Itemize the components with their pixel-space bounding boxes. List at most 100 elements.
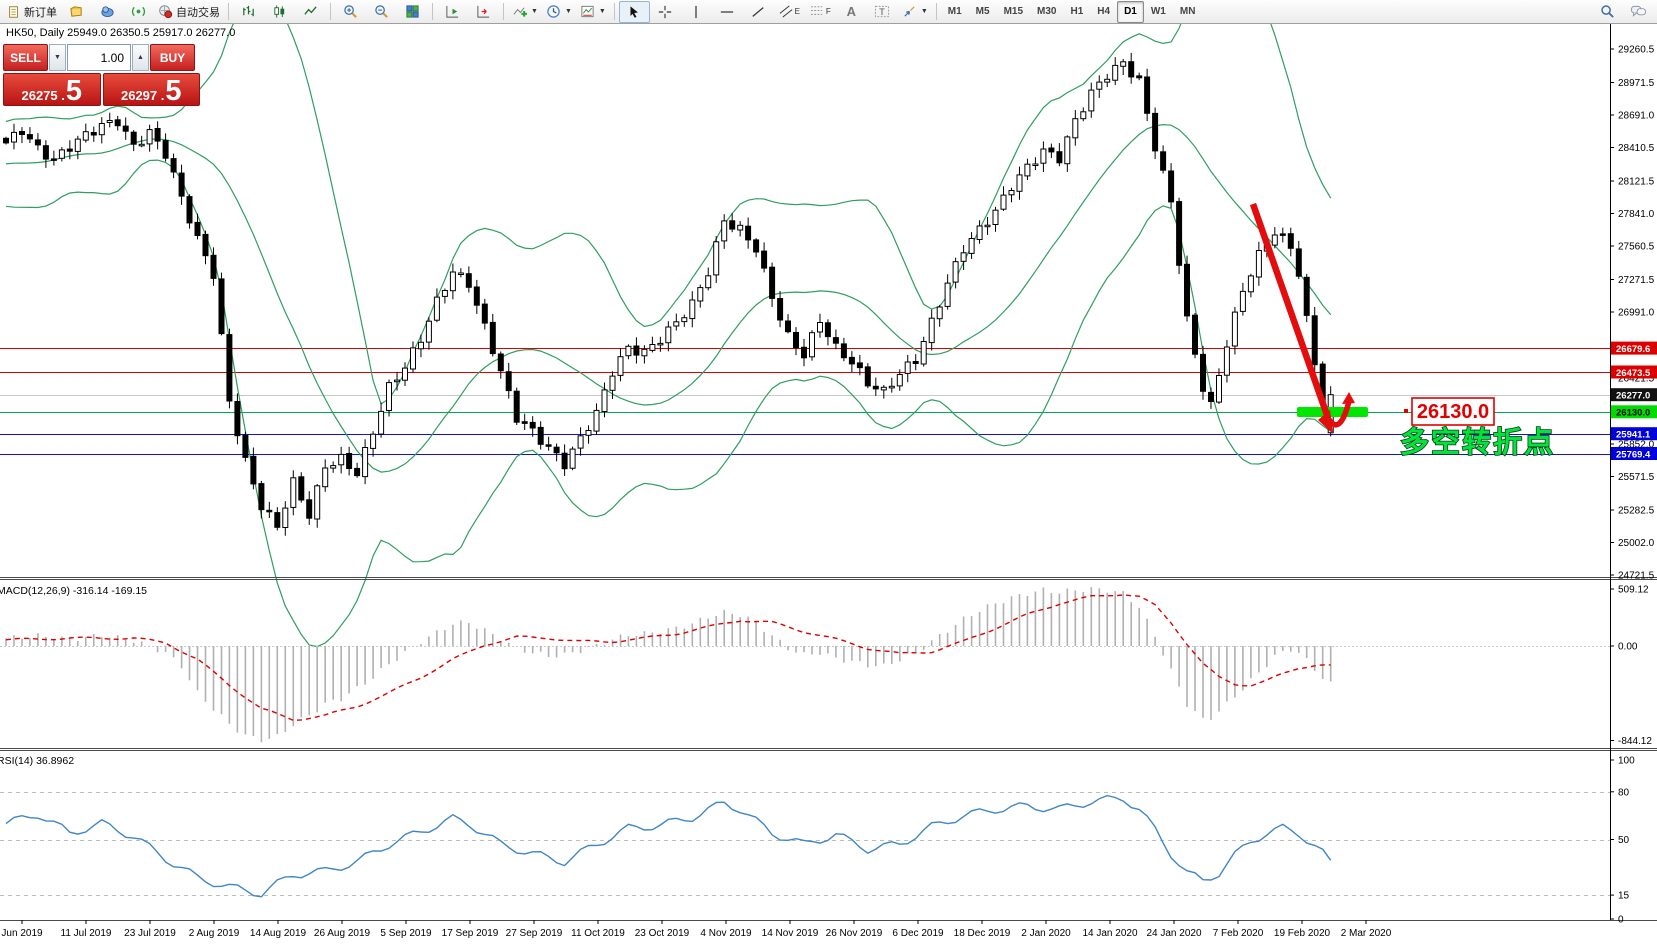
navigator-button[interactable] — [61, 1, 92, 23]
cursor-tool-button[interactable] — [618, 0, 650, 23]
chart-title: HK50, Daily 25949.0 26350.5 25917.0 2627… — [6, 27, 236, 39]
timeframe-m15[interactable]: M15 — [997, 1, 1030, 23]
arrows-tool-button[interactable]: ▼ — [898, 1, 932, 23]
volume-increase-button[interactable]: ▲ — [132, 44, 149, 71]
chat-icon — [1631, 5, 1646, 17]
caret-down-icon: ▼ — [920, 8, 928, 15]
search-icon — [1601, 5, 1614, 18]
templates-button[interactable]: ▼ — [576, 1, 610, 23]
sell-button[interactable]: SELL — [3, 44, 48, 71]
svg-text:26130.0: 26130.0 — [1417, 401, 1489, 423]
channel-tool-button[interactable]: E — [774, 1, 805, 23]
rsi-label: RSI(14) 36.8962 — [0, 755, 74, 767]
search-button[interactable] — [1592, 1, 1623, 23]
text-tool-letter: A — [846, 4, 856, 19]
sell-price-main: 26275 . — [21, 88, 65, 103]
svg-text:29260.5: 29260.5 — [1618, 45, 1655, 56]
crosshair-tool-button[interactable] — [650, 1, 681, 23]
svg-text:19 Feb 2020: 19 Feb 2020 — [1274, 928, 1331, 939]
broadcast-icon — [131, 6, 146, 17]
add-indicator-button[interactable]: ▼ — [508, 1, 542, 23]
svg-text:14 Jan 2020: 14 Jan 2020 — [1082, 928, 1137, 939]
svg-text:25282.5: 25282.5 — [1618, 506, 1655, 517]
horizontal-line-tool-button[interactable] — [712, 1, 743, 23]
timeframe-w1[interactable]: W1 — [1144, 1, 1173, 23]
svg-text:T: T — [879, 7, 885, 17]
timeframe-h1[interactable]: H1 — [1063, 1, 1090, 23]
new-order-icon — [9, 5, 18, 18]
timeframe-m30[interactable]: M30 — [1030, 1, 1063, 23]
zoom-out-button[interactable] — [366, 1, 397, 23]
market-watch-button[interactable] — [92, 1, 123, 23]
svg-text:0.00: 0.00 — [1618, 642, 1638, 653]
buy-price-main: 26297 . — [120, 88, 165, 103]
signals-button[interactable] — [123, 1, 154, 23]
svg-text:27560.5: 27560.5 — [1618, 242, 1655, 253]
channel-letter: E — [794, 7, 800, 16]
text-tool-button[interactable]: A — [836, 1, 867, 23]
timeframe-mn[interactable]: MN — [1173, 1, 1203, 23]
toolbar-separator — [432, 3, 433, 20]
timeframe-m5[interactable]: M5 — [969, 1, 997, 23]
svg-text:23 Jul 2019: 23 Jul 2019 — [124, 928, 176, 939]
svg-text:2 Jan 2020: 2 Jan 2020 — [1021, 928, 1071, 939]
cursor-icon — [630, 5, 639, 18]
line-chart-button[interactable] — [295, 1, 326, 23]
price-tag: 26473.5 — [1611, 365, 1657, 379]
periods-button[interactable]: ▼ — [542, 1, 576, 23]
bar-chart-icon — [243, 5, 254, 17]
svg-text:Jun 2019: Jun 2019 — [1, 928, 43, 939]
price-tag: 26130.0 — [1611, 405, 1657, 419]
templates-icon — [581, 5, 594, 18]
channel-icon — [779, 5, 793, 18]
text-label-tool-button[interactable]: T — [867, 1, 898, 23]
chart-canvas: 26130.0多空转折点MACD(12,26,9) -316.14 -169.1… — [0, 0, 1657, 939]
folder-icon — [70, 6, 82, 17]
svg-text:11 Jul 2019: 11 Jul 2019 — [61, 928, 112, 939]
fibonacci-tool-button[interactable]: F — [805, 1, 836, 23]
svg-text:11 Oct 2019: 11 Oct 2019 — [571, 928, 625, 939]
tile-windows-button[interactable] — [397, 1, 428, 23]
svg-text:2 Aug 2019: 2 Aug 2019 — [189, 928, 240, 939]
caret-down-icon: ▼ — [564, 8, 572, 15]
candlestick-icon — [274, 5, 285, 18]
toolbar-separator — [228, 3, 229, 20]
timeframe-h4[interactable]: H4 — [1090, 1, 1117, 23]
svg-text:24721.5: 24721.5 — [1618, 571, 1655, 582]
zoom-in-button[interactable] — [335, 1, 366, 23]
buy-button[interactable]: BUY — [150, 44, 195, 71]
sell-price-big: 5 — [65, 75, 82, 107]
svg-text:27271.5: 27271.5 — [1618, 275, 1655, 286]
bar-chart-button[interactable] — [233, 1, 264, 23]
candlestick-chart-button[interactable] — [264, 1, 295, 23]
svg-text:14 Aug 2019: 14 Aug 2019 — [250, 928, 307, 939]
volume-decrease-button[interactable]: ▼ — [49, 44, 66, 71]
cn-annotation: 多空转折点 — [1400, 425, 1555, 459]
timeframe-d1[interactable]: D1 — [1117, 0, 1144, 23]
tile-windows-icon — [406, 5, 419, 18]
chart-autoscroll-button[interactable] — [468, 1, 499, 23]
chart-autoscroll-icon — [477, 5, 490, 18]
chat-button[interactable] — [1623, 1, 1654, 23]
vertical-line-tool-button[interactable] — [681, 1, 712, 23]
svg-text:100: 100 — [1618, 756, 1635, 767]
terminal-icon — [101, 6, 114, 18]
sell-price[interactable]: 26275 . 5 — [3, 73, 101, 106]
trendline-tool-button[interactable] — [743, 1, 774, 23]
buy-price[interactable]: 26297 . 5 — [102, 73, 200, 106]
price-tag: 26679.6 — [1611, 341, 1657, 355]
toolbar-separator — [613, 3, 615, 20]
svg-text:26991.0: 26991.0 — [1618, 308, 1655, 319]
zoom-out-icon — [375, 5, 388, 18]
svg-text:28410.5: 28410.5 — [1618, 143, 1655, 154]
svg-text:25571.5: 25571.5 — [1618, 472, 1655, 483]
volume-input[interactable]: 1.00 — [67, 44, 131, 71]
new-order-button[interactable]: 新订单 — [3, 1, 61, 23]
svg-text:15: 15 — [1618, 891, 1630, 902]
auto-trading-button[interactable]: 自动交易 — [154, 1, 224, 23]
svg-text:25941.1: 25941.1 — [1616, 430, 1651, 441]
svg-text:50: 50 — [1618, 835, 1630, 846]
chart-shift-button[interactable] — [437, 1, 468, 23]
auto-trading-label: 自动交易 — [176, 6, 220, 19]
timeframe-m1[interactable]: M1 — [941, 1, 969, 23]
